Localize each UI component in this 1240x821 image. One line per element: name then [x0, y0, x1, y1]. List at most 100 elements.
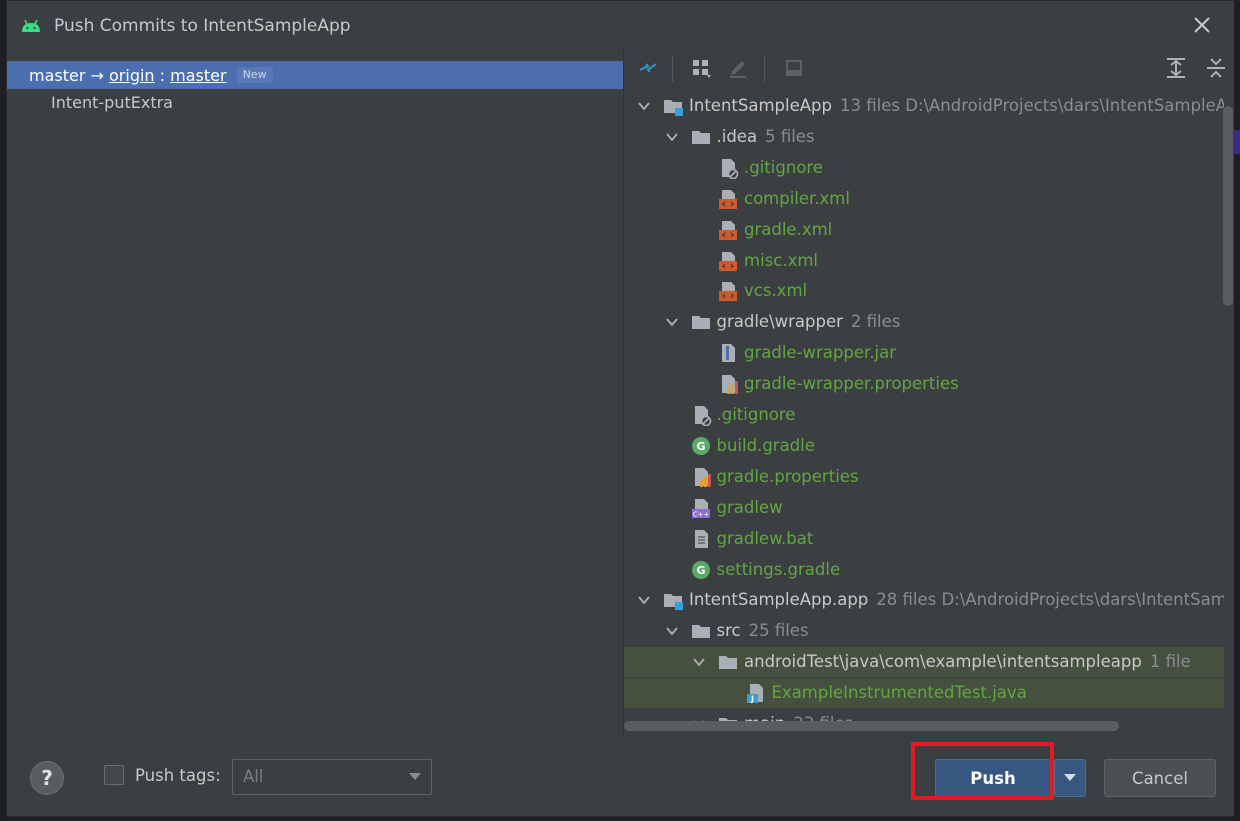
push-button[interactable]: Push — [935, 759, 1051, 797]
file-count: 13 files D:\AndroidProjects\dars\IntentS… — [839, 96, 1224, 115]
tree-node-label: compiler.xml — [744, 189, 850, 208]
tree-node[interactable]: gradle-wrapper.properties — [624, 369, 1224, 399]
tree-node[interactable]: src 25 files — [624, 616, 1224, 646]
vertical-scrollbar[interactable] — [1223, 106, 1233, 306]
tree-node[interactable]: Gbuild.gradle — [624, 431, 1224, 461]
preview-icon[interactable] — [782, 56, 806, 80]
dialog-footer: ? Push tags: All Push Cancel — [7, 737, 1235, 816]
tree-node[interactable]: C++ gradlew — [624, 493, 1224, 523]
toolbar-separator — [672, 56, 673, 82]
remote-branch-link[interactable]: master — [170, 66, 226, 85]
tree-node[interactable]: compiler.xml — [624, 184, 1224, 214]
tree-node[interactable]: androidTest\java\com\example\intentsampl… — [624, 647, 1224, 678]
tree-node[interactable]: gradlew.bat — [624, 524, 1224, 554]
module-icon — [664, 594, 683, 611]
file-name: gradlew.bat — [716, 528, 814, 548]
edit-icon[interactable] — [726, 56, 750, 80]
file-name: build.gradle — [716, 435, 815, 455]
tree-node-label: gradle-wrapper.jar — [744, 343, 896, 362]
file-count: 2 files — [850, 312, 901, 332]
file-name: gradle\wrapper — [716, 312, 843, 332]
file-count: 28 files D:\AndroidProjects\dars\IntentS… — [876, 590, 1224, 610]
file-name: .gitignore — [744, 157, 823, 177]
text-file-icon — [694, 529, 708, 548]
tree-node-label: gradle.xml — [744, 220, 832, 239]
java-test-file-icon: J — [746, 684, 763, 704]
tree-node[interactable]: IntentSampleApp.app 28 files D:\AndroidPr… — [624, 585, 1224, 615]
svg-text:G: G — [696, 564, 705, 577]
module-icon — [664, 100, 683, 116]
tree-node-label: androidTest\java\com\example\intentsampl… — [744, 652, 1191, 671]
horizontal-scrollbar[interactable] — [624, 721, 1119, 731]
diff-arrows-icon[interactable] — [636, 56, 660, 80]
commit-item[interactable]: Intent-putExtra — [51, 93, 173, 112]
tree-node[interactable]: misc.xml — [624, 246, 1224, 276]
file-count: 25 files — [748, 621, 809, 641]
chevron-down-icon[interactable] — [636, 98, 652, 114]
local-branch: master — [29, 65, 86, 85]
properties-file-icon — [694, 467, 711, 487]
tree-node[interactable]: .gitignore — [624, 400, 1224, 430]
branches-pane: master → origin : master New Intent-putE… — [7, 51, 623, 737]
remote-link[interactable]: origin — [109, 66, 155, 85]
file-name: gradle.xml — [744, 219, 833, 239]
ignore-file-icon — [722, 158, 739, 179]
chevron-down-icon[interactable] — [664, 314, 680, 330]
gradle-file-icon: G — [691, 560, 710, 579]
shell-file-icon: C++ — [691, 498, 710, 518]
file-name: vcs.xml — [744, 281, 808, 301]
group-by-icon[interactable] — [690, 56, 714, 80]
close-icon[interactable] — [1191, 14, 1213, 36]
help-button[interactable]: ? — [30, 761, 64, 795]
file-name: ExampleInstrumentedTest.java — [771, 683, 1027, 703]
tree-node[interactable]: gradle.xml — [624, 215, 1224, 245]
file-name: androidTest\java\com\example\intentsampl… — [744, 652, 1142, 672]
tree-node[interactable]: J ExampleInstrumentedTest.java — [624, 678, 1224, 709]
changed-files-tree: IntentSampleApp 13 files D:\AndroidProjec… — [624, 91, 1224, 731]
file-name: .gitignore — [716, 405, 796, 424]
push-options-dropdown[interactable] — [1054, 759, 1086, 797]
collapse-all-icon[interactable] — [1204, 56, 1228, 80]
tree-node[interactable]: vcs.xml — [624, 276, 1224, 306]
tree-node-label: misc.xml — [744, 251, 818, 270]
file-name: gradlew — [716, 497, 783, 517]
toolbar-separator — [764, 56, 765, 82]
tree-node-label: settings.gradle — [717, 560, 841, 579]
chevron-down-icon[interactable] — [636, 592, 652, 608]
separator-glyph: : — [159, 65, 166, 85]
chevron-down-icon[interactable] — [664, 623, 680, 639]
folder-icon — [691, 130, 710, 144]
background-edge — [1234, 0, 1240, 821]
chevron-down-icon[interactable] — [691, 654, 707, 670]
push-tags-label: Push tags: — [135, 766, 221, 785]
tree-node-label: vcs.xml — [744, 281, 807, 300]
tree-node-label: IntentSampleApp 13 files D:\AndroidProjec… — [689, 96, 1224, 115]
tree-node[interactable]: Gsettings.gradle — [624, 555, 1224, 585]
tree-toolbar — [624, 46, 1235, 86]
tree-node-label: gradle.properties — [717, 467, 859, 486]
file-name: compiler.xml — [744, 188, 850, 208]
push-tags-select[interactable]: All — [232, 759, 432, 795]
tree-node[interactable]: gradle\wrapper 2 files — [624, 307, 1224, 337]
tree-node-label: IntentSampleApp.app 28 files D:\AndroidPr… — [689, 590, 1224, 609]
cancel-button[interactable]: Cancel — [1104, 759, 1216, 797]
push-tags-checkbox[interactable] — [104, 765, 124, 785]
tree-node[interactable]: IntentSampleApp 13 files D:\AndroidProjec… — [624, 91, 1224, 121]
expand-all-icon[interactable] — [1164, 56, 1188, 80]
tree-node-label: .gitignore — [717, 405, 796, 424]
tree-node-label: gradle\wrapper 2 files — [717, 312, 901, 331]
tree-node[interactable]: .gitignore — [624, 153, 1224, 183]
android-icon — [22, 19, 40, 32]
svg-text:J: J — [750, 695, 754, 704]
tree-node[interactable]: gradle-wrapper.jar — [624, 338, 1224, 368]
folder-icon — [691, 625, 710, 639]
tree-node[interactable]: .idea 5 files — [624, 122, 1224, 152]
file-name: gradle.properties — [716, 466, 859, 486]
chevron-down-icon — [409, 773, 421, 780]
branch-push-target[interactable]: master → origin : master New — [7, 61, 623, 89]
tree-node[interactable]: gradle.properties — [624, 462, 1224, 492]
file-name: settings.gradle — [716, 559, 841, 579]
background-accent — [1234, 130, 1240, 154]
new-badge: New — [236, 67, 273, 83]
chevron-down-icon[interactable] — [664, 129, 680, 145]
